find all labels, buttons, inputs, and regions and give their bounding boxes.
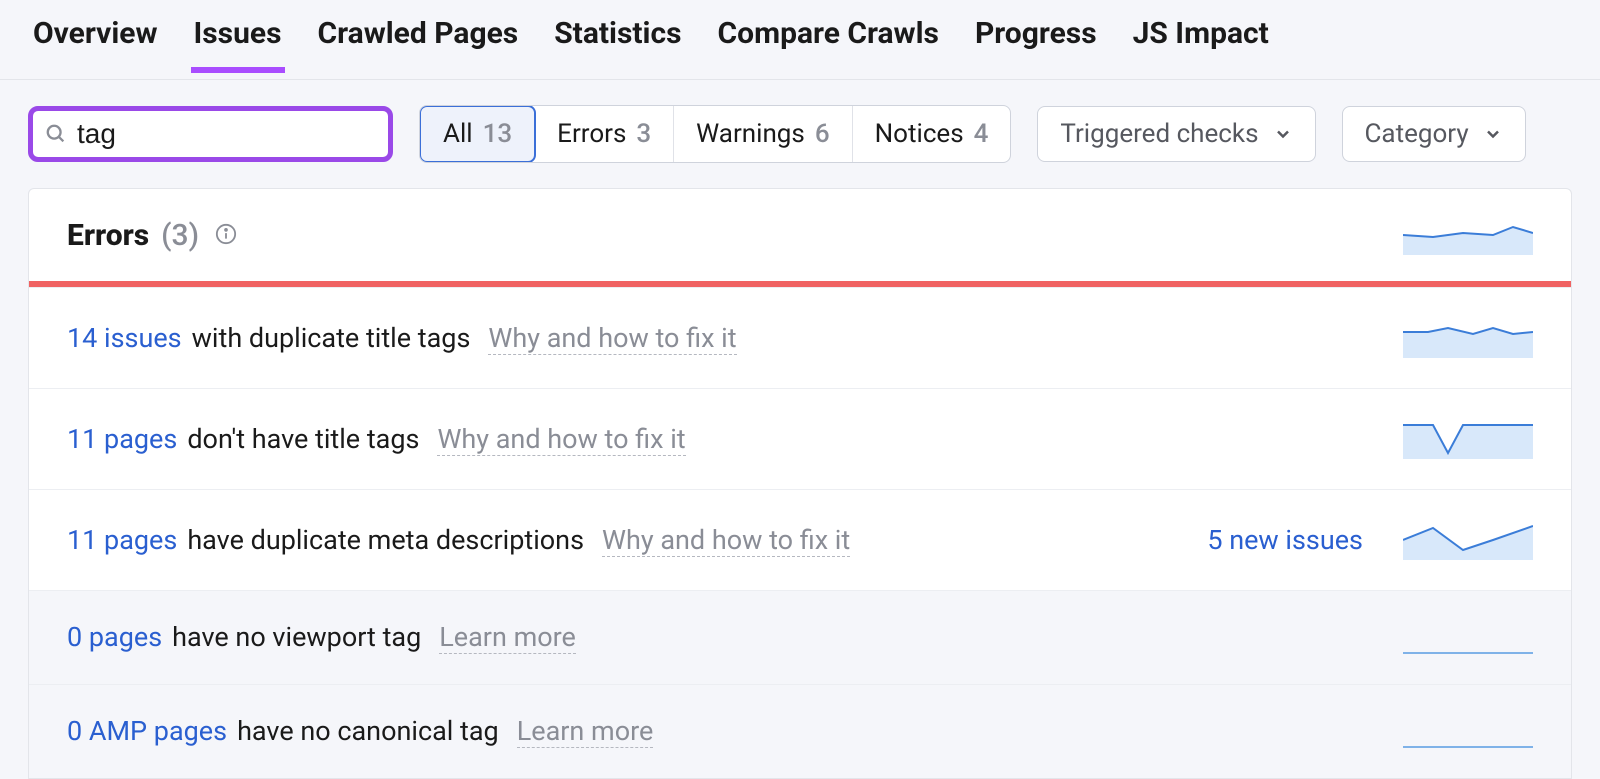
issue-hint-link[interactable]: Learn more xyxy=(517,715,654,748)
filter-pill-all[interactable]: All 13 xyxy=(419,105,536,163)
tab-js-impact[interactable]: JS Impact xyxy=(1130,16,1272,73)
issue-text: don't have title tags xyxy=(187,423,419,455)
issue-count-link[interactable]: 11 pages xyxy=(67,423,177,455)
filter-pill-count: 6 xyxy=(815,119,830,149)
issue-count-link[interactable]: 11 pages xyxy=(67,524,177,556)
issue-type-filter: All 13 Errors 3 Warnings 6 Notices 4 xyxy=(419,105,1011,163)
category-dropdown[interactable]: Category xyxy=(1342,106,1526,162)
issue-hint-link[interactable]: Learn more xyxy=(439,621,576,654)
tabs-bar: Overview Issues Crawled Pages Statistics… xyxy=(0,0,1600,80)
section-title: Errors xyxy=(67,218,149,253)
filter-pill-warnings[interactable]: Warnings 6 xyxy=(674,106,852,162)
tab-statistics[interactable]: Statistics xyxy=(551,16,684,73)
issue-hint-link[interactable]: Why and how to fix it xyxy=(437,423,685,456)
issue-text: have duplicate meta descriptions xyxy=(187,524,584,556)
dropdown-label: Triggered checks xyxy=(1060,119,1258,149)
filter-pill-label: All xyxy=(443,119,473,149)
issue-row[interactable]: 0 pages have no viewport tag Learn more xyxy=(29,590,1571,684)
filter-pill-notices[interactable]: Notices 4 xyxy=(853,106,1011,162)
tab-overview[interactable]: Overview xyxy=(30,16,161,73)
filter-pill-count: 3 xyxy=(636,119,651,149)
info-icon[interactable] xyxy=(215,223,237,245)
issue-sparkline xyxy=(1403,746,1533,748)
issue-text: have no canonical tag xyxy=(237,715,499,747)
tab-progress[interactable]: Progress xyxy=(972,16,1100,73)
tab-issues[interactable]: Issues xyxy=(191,16,285,73)
tab-crawled-pages[interactable]: Crawled Pages xyxy=(315,16,522,73)
search-icon xyxy=(45,123,67,145)
triggered-checks-dropdown[interactable]: Triggered checks xyxy=(1037,106,1315,162)
errors-section: Errors (3) 14 issues with duplicate titl… xyxy=(28,188,1572,779)
filter-pill-label: Notices xyxy=(875,119,964,149)
chevron-down-icon xyxy=(1273,124,1293,144)
filter-pill-count: 4 xyxy=(974,119,989,149)
issue-sparkline xyxy=(1403,520,1533,560)
issue-row[interactable]: 0 AMP pages have no canonical tag Learn … xyxy=(29,684,1571,778)
issue-sparkline xyxy=(1403,652,1533,654)
issue-row[interactable]: 14 issues with duplicate title tags Why … xyxy=(29,287,1571,388)
tab-compare-crawls[interactable]: Compare Crawls xyxy=(715,16,942,73)
issue-sparkline xyxy=(1403,318,1533,358)
filter-row: ✕ All 13 Errors 3 Warnings 6 Notices 4 T… xyxy=(0,80,1600,188)
issue-hint-link[interactable]: Why and how to fix it xyxy=(602,524,850,557)
section-count: (3) xyxy=(161,218,199,253)
issue-text: with duplicate title tags xyxy=(192,322,471,354)
filter-pill-count: 13 xyxy=(483,119,513,149)
issue-row[interactable]: 11 pages don't have title tags Why and h… xyxy=(29,388,1571,489)
issue-hint-link[interactable]: Why and how to fix it xyxy=(488,322,736,355)
issue-row[interactable]: 11 pages have duplicate meta description… xyxy=(29,489,1571,590)
issue-count-link[interactable]: 0 pages xyxy=(67,621,162,653)
chevron-down-icon xyxy=(1483,124,1503,144)
filter-pill-label: Warnings xyxy=(696,119,805,149)
search-input[interactable] xyxy=(77,118,438,150)
dropdown-label: Category xyxy=(1365,119,1469,149)
filter-pill-label: Errors xyxy=(557,119,626,149)
new-issues-link[interactable]: 5 new issues xyxy=(1207,524,1363,556)
filter-pill-errors[interactable]: Errors 3 xyxy=(535,106,674,162)
errors-header: Errors (3) xyxy=(29,189,1571,287)
issue-count-link[interactable]: 0 AMP pages xyxy=(67,715,227,747)
section-sparkline xyxy=(1403,215,1533,255)
issue-text: have no viewport tag xyxy=(172,621,421,653)
issue-count-link[interactable]: 14 issues xyxy=(67,322,182,354)
search-box[interactable]: ✕ xyxy=(28,106,393,162)
issue-sparkline xyxy=(1403,419,1533,459)
